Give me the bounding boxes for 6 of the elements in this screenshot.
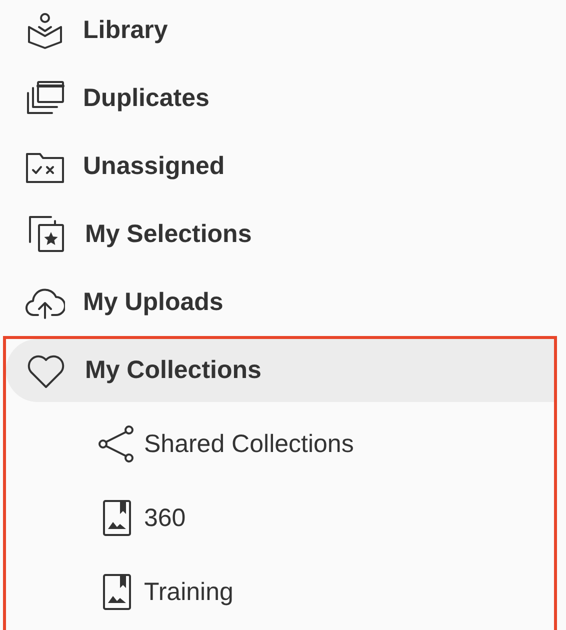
share-icon xyxy=(98,424,136,464)
sub-nav-item[interactable]: 360 xyxy=(6,481,554,555)
sub-nav-item[interactable]: Shared Collections xyxy=(6,407,554,481)
sub-nav-item[interactable]: Training xyxy=(6,555,554,629)
nav-item[interactable]: My Collections xyxy=(6,339,554,402)
reader-icon xyxy=(25,10,65,50)
